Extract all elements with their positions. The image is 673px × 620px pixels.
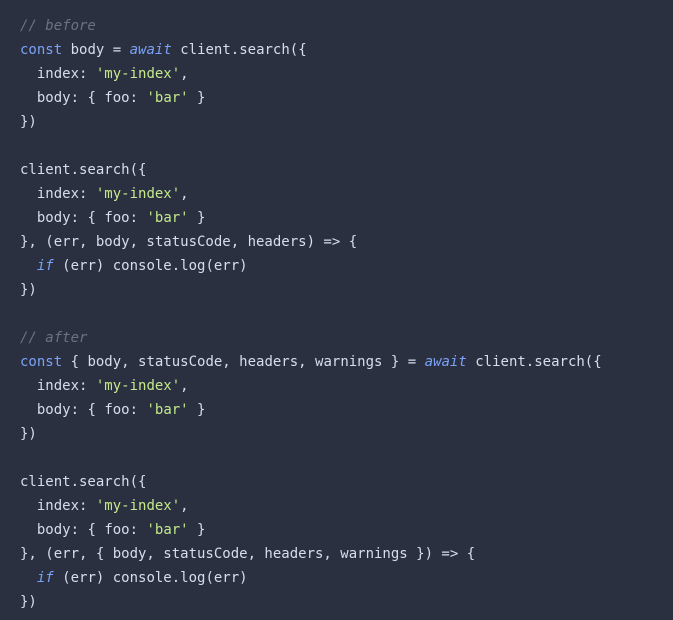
code-line: client.search({ xyxy=(20,474,146,490)
string-literal: 'bar' xyxy=(146,522,188,538)
code-line: body: { foo: 'bar' } xyxy=(20,210,205,226)
code-line: index: 'my-index', xyxy=(20,498,189,514)
code-line: body: { foo: 'bar' } xyxy=(20,522,205,538)
method-call: client.search({ xyxy=(475,354,601,370)
keyword-const: const xyxy=(20,42,62,58)
code-line: }) xyxy=(20,114,37,130)
code-line: }, (err, body, statusCode, headers) => { xyxy=(20,234,357,250)
string-literal: 'my-index' xyxy=(96,378,180,394)
destructuring: { body, statusCode, headers, warnings } xyxy=(71,354,400,370)
string-literal: 'bar' xyxy=(146,210,188,226)
keyword-const: const xyxy=(20,354,62,370)
code-line: body: { foo: 'bar' } xyxy=(20,402,205,418)
code-line: client.search({ xyxy=(20,162,146,178)
method-call: client.search({ xyxy=(180,42,306,58)
identifier: body xyxy=(71,42,105,58)
keyword-if: if xyxy=(37,570,54,586)
string-literal: 'bar' xyxy=(146,90,188,106)
method-call: client.search({ xyxy=(20,474,146,490)
code-line: // before xyxy=(20,18,96,34)
code-line: index: 'my-index', xyxy=(20,378,189,394)
code-line: const body = await client.search({ xyxy=(20,42,307,58)
comment: // after xyxy=(20,330,87,346)
string-literal: 'my-index' xyxy=(96,186,180,202)
string-literal: 'bar' xyxy=(146,402,188,418)
code-line: index: 'my-index', xyxy=(20,186,189,202)
comment: // before xyxy=(20,18,96,34)
code-line: index: 'my-index', xyxy=(20,66,189,82)
code-line: }, (err, { body, statusCode, headers, wa… xyxy=(20,546,475,562)
code-line: // after xyxy=(20,330,87,346)
keyword-await: await xyxy=(130,42,172,58)
code-line: }) xyxy=(20,594,37,610)
code-line: if (err) console.log(err) xyxy=(20,570,248,586)
keyword-await: await xyxy=(425,354,467,370)
code-line: }) xyxy=(20,426,37,442)
code-line: }) xyxy=(20,282,37,298)
string-literal: 'my-index' xyxy=(96,66,180,82)
method-call: client.search({ xyxy=(20,162,146,178)
code-line: const { body, statusCode, headers, warni… xyxy=(20,354,602,370)
keyword-if: if xyxy=(37,258,54,274)
string-literal: 'my-index' xyxy=(96,498,180,514)
code-line: if (err) console.log(err) xyxy=(20,258,248,274)
code-line: body: { foo: 'bar' } xyxy=(20,90,205,106)
code-block: // before const body = await client.sear… xyxy=(20,14,653,614)
